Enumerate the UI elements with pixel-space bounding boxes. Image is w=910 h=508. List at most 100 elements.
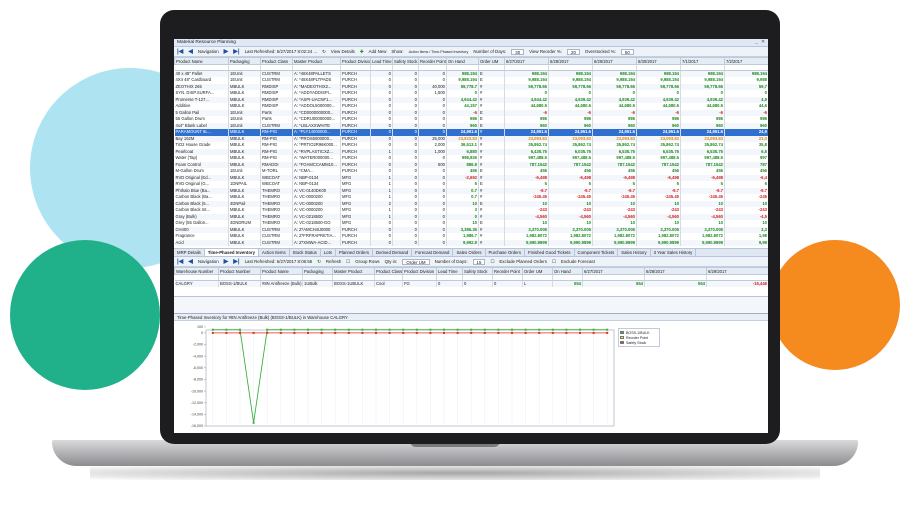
tab-derived-demand[interactable]: Derived Demand — [373, 249, 413, 256]
table-row[interactable]: Foam Control MBULK RMADDI A: *FOAMCCAMM10..… — [174, 161, 768, 168]
column-header[interactable]: Order UM — [478, 57, 505, 65]
add-new-button[interactable]: Add New — [369, 49, 387, 54]
time-phased-header: Warehouse Number Product Number Product Na… — [174, 267, 768, 275]
column-header[interactable]: On Hand — [552, 267, 583, 275]
table-cell: PURCH — [340, 239, 371, 246]
last-record-icon[interactable]: ▶| — [233, 258, 239, 265]
add-icon[interactable]: ✚ — [360, 49, 364, 55]
refresh-icon[interactable]: ↻ — [322, 49, 326, 55]
column-header[interactable]: 7/2/2017 — [724, 57, 768, 65]
column-header[interactable]: 6/29/2017 — [592, 57, 637, 65]
tab-lots[interactable]: Lots — [321, 249, 336, 256]
refresh-icon[interactable]: ↻ — [317, 259, 321, 265]
tab-planned-orders[interactable]: Planned Orders — [336, 249, 374, 256]
show-options[interactable]: Action Items / Time-Phased Inventory — [409, 50, 469, 54]
column-header[interactable]: Product Class — [374, 267, 403, 275]
table-row[interactable]: ZEOTHIX 265 MBULK RMDISP A: *MADEOTHIX2... P… — [174, 83, 768, 90]
column-header[interactable]: Packaging — [302, 267, 333, 275]
table-row[interactable]: Promerse T-127... MBULK RMDISP A: *ASPI-UAC… — [174, 96, 768, 103]
column-header[interactable]: Product Division — [340, 57, 371, 65]
tab-sales-history[interactable]: Sales History — [618, 249, 651, 256]
table-row[interactable]: PARAMOUNT 6L... MBULK RM-PIG A: *PLY1400000… — [174, 129, 768, 136]
tab-forecast-demand[interactable]: Forecast Demand — [412, 249, 454, 256]
exclude-forecast-checkbox[interactable]: ☐ — [552, 259, 556, 265]
table-row[interactable]: Phthalo Blue (Ba... MBULK THEMRO A: VC-0140… — [174, 187, 768, 194]
close-icon[interactable]: ✕ — [761, 40, 765, 45]
column-header[interactable]: Order UM — [522, 267, 553, 275]
days-input[interactable]: 15 — [472, 258, 486, 265]
table-row[interactable]: Carbon Black (Ba... MBULK THEMRO A: VC-0000… — [174, 194, 768, 201]
table-row[interactable]: Pearlcoat MBULK RM-PIG A: *RVPLASTICXZ... PU… — [174, 148, 768, 155]
column-header[interactable]: Master Product — [332, 267, 375, 275]
column-header[interactable]: Lead Time — [370, 57, 393, 65]
qty-select[interactable]: Order UM — [402, 258, 430, 265]
first-record-icon[interactable]: |◀ — [177, 258, 183, 265]
last-record-icon[interactable]: ▶| — [233, 48, 239, 55]
table-row[interactable]: 4x4" Blank Label 1EUnit CUSTRM A: *LBLAXXWH… — [174, 122, 768, 129]
column-header[interactable]: Safety Stock — [392, 57, 419, 65]
column-header[interactable]: Master Product — [292, 57, 341, 65]
table-row[interactable]: 4X4 48" Cardboard 1EUnit CUSTRM A: *48X48PL… — [174, 77, 768, 84]
overstocked-input[interactable]: 50 — [620, 48, 634, 55]
column-header[interactable]: 6/27/2017 — [504, 57, 549, 65]
column-header[interactable]: Product Division — [402, 267, 437, 275]
tab-mrp-details[interactable]: MRP Details — [174, 249, 205, 256]
table-row[interactable]: Fragrance MBULK CUSTRM A: Z*FRFRAPRETIA... P… — [174, 233, 768, 240]
first-record-icon[interactable]: |◀ — [177, 48, 183, 55]
column-header[interactable]: Reorder Point — [418, 57, 447, 65]
minimize-icon[interactable]: _ — [755, 40, 758, 45]
column-header[interactable]: On Hand — [446, 57, 479, 65]
previous-record-icon[interactable]: ◀ — [188, 258, 193, 265]
table-row[interactable]: CALGRY BOSS-1/BULK #8N Antifreeze (Bulk) 1U… — [174, 280, 768, 287]
column-header[interactable]: Product Number — [218, 267, 261, 275]
column-header[interactable]: 6/30/2017 — [636, 57, 681, 65]
column-header[interactable]: 6/27/2017 — [582, 267, 645, 275]
reorder-input[interactable]: 20 — [567, 48, 580, 55]
table-row[interactable]: Additive MBULK RMDISP A: *ADDOL5000000... PU… — [174, 103, 768, 110]
days-input[interactable]: 30 — [511, 48, 525, 55]
navigation-label[interactable]: Navigation — [198, 259, 219, 264]
column-header[interactable]: 6/28/2017 — [548, 57, 593, 65]
group-rows-checkbox[interactable]: ☐ — [346, 259, 350, 265]
column-header[interactable]: Product Name — [174, 57, 229, 65]
next-record-icon[interactable]: ▶ — [224, 48, 229, 55]
table-row[interactable]: 55 Gallon Drum 1EUnit Parts A: *CDRU0000000… — [174, 116, 768, 123]
table-row[interactable]: TiO2 House Grade MBULK RM-PIG A: *PRTIO2R96… — [174, 142, 768, 149]
column-header[interactable]: Product Name — [260, 267, 303, 275]
qty-label: Qty in: — [384, 259, 398, 264]
column-header[interactable]: 6/28/2017 — [644, 267, 707, 275]
tab-3-year-sales-history[interactable]: 3 Year Sales History — [651, 249, 697, 256]
tab-sales-orders[interactable]: Sales Orders — [453, 249, 486, 256]
column-header[interactable]: Warehouse Number — [174, 267, 219, 275]
series-point — [239, 331, 241, 334]
next-record-icon[interactable]: ▶ — [224, 258, 229, 265]
tab-finished-good-tickets[interactable]: Finished Good Tickets — [525, 249, 575, 256]
table-row[interactable]: Acid MBULK CUSTRM A: Z*XMWA-ACID... PURCH 0 0 0… — [174, 239, 768, 246]
column-header[interactable]: Product Class — [260, 57, 293, 65]
tab-stock-status[interactable]: Stock Status — [290, 249, 321, 256]
table-row[interactable]: Bay 162M MBULK RM-PIG A: *PROS5000000... PUR… — [174, 135, 768, 142]
view-details-button[interactable]: View Details — [331, 49, 355, 54]
table-row[interactable]: M-Gallon Drum 1EUnit M-TORL A: *CMA... PURCH… — [174, 168, 768, 175]
table-cell: Acid — [174, 239, 229, 246]
column-header[interactable]: Safety Stock — [462, 267, 493, 275]
tab-action-items[interactable]: Action Items — [259, 249, 290, 256]
column-header[interactable]: Packaging — [228, 57, 261, 65]
previous-record-icon[interactable]: ◀ — [188, 48, 193, 55]
table-cell: 9,990.9899 — [680, 239, 725, 246]
exclude-planned-checkbox[interactable]: ☐ — [490, 259, 494, 265]
tab-time-phased-inventory[interactable]: Time-Phased Inventory — [204, 249, 260, 256]
table-row[interactable]: RVD Original (Ed... MBULK WBCOAT A: NBP-013… — [174, 174, 768, 181]
navigation-label[interactable]: Navigation — [198, 49, 219, 54]
tab-purchase-orders[interactable]: Purchase Orders — [486, 249, 525, 256]
column-header[interactable]: Lead Time — [436, 267, 463, 275]
tab-component-tickets[interactable]: Component Tickets — [575, 249, 619, 256]
table-row[interactable]: CH400 MBULK CUSTRM A: Z*AMCH4U0000 PURCH 0 0 0 3… — [174, 226, 768, 233]
column-header[interactable]: 6/29/2017 — [706, 267, 768, 275]
column-header[interactable]: 7/1/2017 — [680, 57, 725, 65]
series-point — [334, 328, 337, 331]
table-row[interactable]: 40 x 48" Pallet 1EUnit CUSTRM A: *48X48PALL… — [174, 70, 768, 77]
refresh-button[interactable]: Refresh — [326, 259, 341, 264]
table-row[interactable]: Water (Tap) MBULK RM-PIG A: *WATER000000...… — [174, 155, 768, 162]
column-header[interactable]: Reorder Point — [492, 267, 523, 275]
